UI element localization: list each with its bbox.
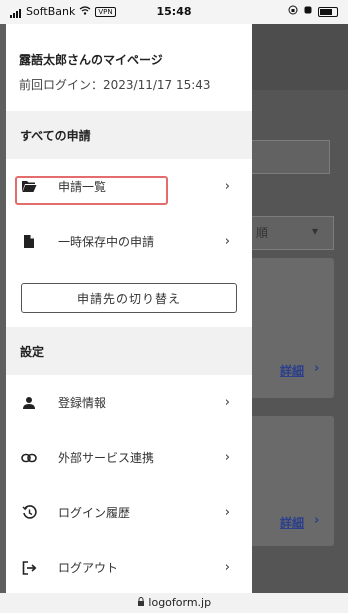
switch-destination-button[interactable]: 申請先の切り替え bbox=[21, 283, 237, 313]
menu-item-label: ログアウト bbox=[58, 561, 119, 575]
menu-item-label: 登録情報 bbox=[58, 396, 107, 410]
chevron-right-icon: › bbox=[224, 505, 230, 520]
side-drawer: 露語太郎さんのマイページ 前回ログイン：2023/11/17 15:43 すべて… bbox=[6, 24, 252, 593]
section-all-applications: すべての申請 bbox=[6, 111, 252, 159]
file-icon bbox=[20, 234, 38, 249]
history-icon bbox=[20, 505, 38, 520]
background-select-label: 順 bbox=[256, 226, 269, 240]
link-icon bbox=[20, 453, 38, 463]
status-bar: SoftBank VPN 15:48 bbox=[0, 0, 348, 24]
menu-item-label: 一時保存中の申請 bbox=[58, 235, 155, 249]
alarm-icon bbox=[303, 5, 313, 18]
switch-wrap: 申請先の切り替え bbox=[6, 269, 252, 327]
highlight-box bbox=[15, 176, 168, 205]
last-login: 前回ログイン：2023/11/17 15:43 bbox=[19, 78, 211, 92]
chevron-right-icon: › bbox=[224, 450, 230, 465]
browser-url-bar[interactable]: logoform.jp bbox=[0, 593, 348, 613]
battery-icon bbox=[318, 6, 338, 17]
menu-item-logout[interactable]: ログアウト › bbox=[6, 540, 252, 593]
section-settings: 設定 bbox=[6, 327, 252, 375]
lock-icon bbox=[137, 596, 149, 609]
chevron-right-icon: › bbox=[314, 513, 320, 528]
detail-link: 詳細 bbox=[280, 516, 305, 530]
logout-icon bbox=[20, 560, 38, 575]
chevron-down-icon: ▾ bbox=[312, 224, 319, 238]
menu-item-label: 外部サービス連携 bbox=[58, 451, 155, 465]
menu-item-registration-info[interactable]: 登録情報 › bbox=[6, 375, 252, 430]
background-input bbox=[248, 140, 330, 174]
orientation-lock-icon bbox=[288, 5, 298, 18]
menu-item-label: ログイン履歴 bbox=[58, 506, 131, 520]
background-page[interactable]: 順 ▾ 詳細 › 詳細 › bbox=[248, 24, 348, 593]
user-icon bbox=[20, 396, 38, 410]
chevron-right-icon: › bbox=[224, 179, 230, 194]
chevron-right-icon: › bbox=[224, 234, 230, 249]
background-header bbox=[252, 24, 348, 90]
user-info: 露語太郎さんのマイページ 前回ログイン：2023/11/17 15:43 bbox=[6, 24, 252, 111]
menu-item-external-services[interactable]: 外部サービス連携 › bbox=[6, 430, 252, 485]
detail-link: 詳細 bbox=[280, 364, 305, 378]
user-name: 露語太郎さんのマイページ bbox=[19, 53, 163, 67]
chevron-right-icon: › bbox=[314, 361, 320, 376]
url-text: logoform.jp bbox=[148, 596, 212, 609]
menu-item-login-history[interactable]: ログイン履歴 › bbox=[6, 485, 252, 540]
chevron-right-icon: › bbox=[224, 560, 230, 575]
menu-item-saved-drafts[interactable]: 一時保存中の申請 › bbox=[6, 214, 252, 269]
chevron-right-icon: › bbox=[224, 395, 230, 410]
